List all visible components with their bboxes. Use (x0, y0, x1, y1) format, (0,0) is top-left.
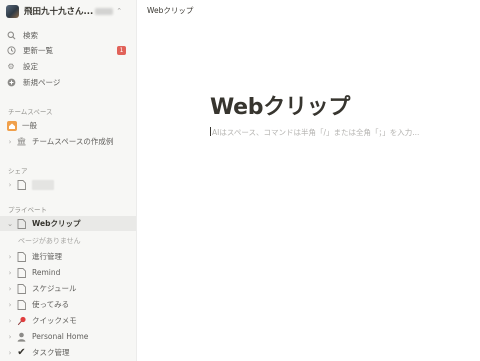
section-shared: シェア (8, 167, 28, 175)
sidebar-item-shared-page[interactable]: › (0, 177, 136, 192)
menu-new-page[interactable]: 新規ページ (6, 75, 132, 89)
chevron-right-icon: › (8, 268, 12, 277)
sidebar-item-progress[interactable]: › 進行管理 (0, 249, 136, 264)
empty-subpages-note: ページがありません (18, 237, 81, 245)
menu-settings-label: 設定 (23, 61, 38, 71)
sidebar-item-label: Personal Home (32, 332, 89, 341)
page-icon (16, 283, 27, 294)
menu-search-label: 検索 (23, 30, 38, 40)
sidebar-item-quick-memo[interactable]: › クイックメモ (0, 313, 136, 328)
chevron-updown-icon: ⌃ (116, 7, 123, 15)
editor-placeholder-text: AIはスペース、コマンドは半角「/」または全角「；」を入力... (212, 128, 420, 137)
sidebar-item-label: チームスペースの作成例 (32, 137, 114, 146)
chevron-right-icon: › (8, 300, 12, 309)
check-icon: ✔ (17, 347, 26, 358)
chevron-right-icon: › (8, 316, 12, 325)
blurred-page-title (32, 179, 54, 190)
sidebar-item-label: 一般 (22, 121, 37, 130)
sidebar-item-label: Remind (32, 268, 61, 277)
editor-placeholder[interactable]: AIはスペース、コマンドは半角「/」または全角「；」を入力... (210, 127, 419, 138)
plus-circle-icon (6, 77, 16, 87)
sidebar-item-label: 進行管理 (32, 252, 62, 261)
updates-badge: 1 (117, 45, 126, 55)
sidebar-item-personal-home[interactable]: › Personal Home (0, 329, 136, 344)
text-caret (210, 127, 211, 136)
page-icon (16, 218, 27, 229)
sidebar: 飛田九十九さん... ⌃ 検索 更新一覧 1 ⚙ 設定 新規ページ チームスペー… (0, 0, 137, 361)
page-icon (16, 267, 27, 278)
sidebar-item-label: クイックメモ (32, 316, 77, 325)
workspace-avatar (6, 4, 19, 18)
menu-updates[interactable]: 更新一覧 1 (6, 43, 132, 57)
person-icon (16, 331, 27, 342)
home-icon (6, 120, 17, 131)
building-icon: 🏛 (16, 137, 27, 146)
sidebar-item-teamspace-example[interactable]: › 🏛 チームスペースの作成例 (0, 134, 136, 149)
sidebar-item-general[interactable]: 一般 (0, 118, 136, 133)
clock-icon (6, 45, 16, 55)
chevron-down-icon: ⌄ (7, 219, 13, 228)
chevron-right-icon: › (8, 284, 12, 293)
search-icon (6, 30, 16, 40)
breadcrumb[interactable]: Webクリップ (147, 5, 193, 16)
sidebar-item-label: タスク管理 (32, 348, 70, 357)
chevron-right-icon: › (8, 180, 12, 189)
pin-icon (16, 315, 27, 326)
sidebar-item-remind[interactable]: › Remind (0, 265, 136, 280)
chevron-right-icon: › (8, 137, 12, 146)
workspace-blurred-text (95, 7, 114, 15)
page-icon (16, 251, 27, 262)
menu-search[interactable]: 検索 (6, 28, 132, 42)
chevron-right-icon: › (8, 348, 12, 357)
section-teamspace: チームスペース (8, 108, 53, 116)
page-title[interactable]: Webクリップ (210, 89, 350, 121)
menu-updates-label: 更新一覧 (23, 45, 53, 55)
section-private: プライベート (8, 206, 47, 214)
menu-new-page-label: 新規ページ (23, 77, 61, 87)
sidebar-item-webclip[interactable]: ⌄ Webクリップ (0, 216, 136, 231)
sidebar-item-label: Webクリップ (32, 219, 81, 228)
page-icon (16, 299, 27, 310)
sidebar-item-schedule[interactable]: › スケジュール (0, 281, 136, 296)
sidebar-item-task-management[interactable]: › ✔ タスク管理 (0, 345, 136, 360)
workspace-switcher[interactable]: 飛田九十九さん... ⌃ (6, 3, 132, 19)
sidebar-item-try-it[interactable]: › 使ってみる (0, 297, 136, 312)
chevron-right-icon: › (8, 252, 12, 261)
gear-icon: ⚙ (7, 61, 15, 71)
sidebar-item-label: 使ってみる (32, 300, 70, 309)
chevron-right-icon: › (8, 332, 12, 341)
sidebar-item-label: スケジュール (32, 284, 77, 293)
menu-settings[interactable]: ⚙ 設定 (6, 59, 132, 73)
page-icon (16, 179, 27, 190)
workspace-name: 飛田九十九さん... (24, 7, 94, 17)
